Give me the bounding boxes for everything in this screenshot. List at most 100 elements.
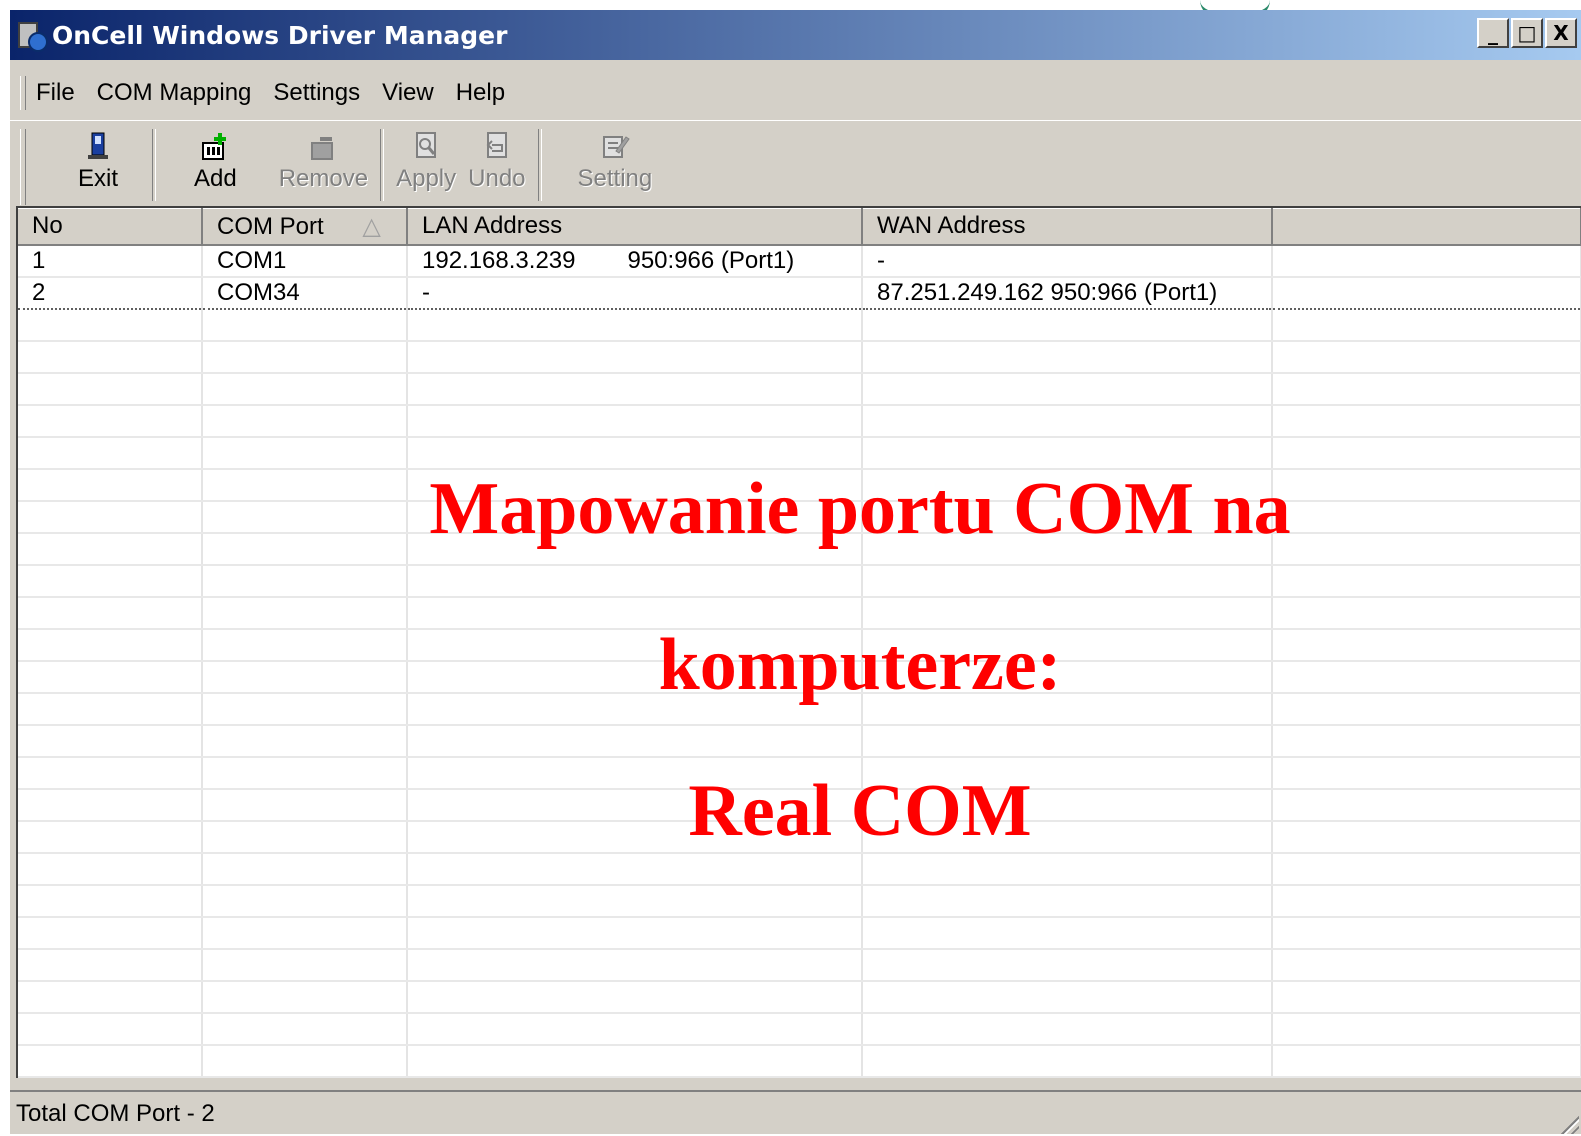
empty-cell <box>18 788 203 822</box>
overlay-line-1: Mapowanie portu COM na <box>429 468 1291 550</box>
toolbar-grip[interactable] <box>20 129 26 205</box>
empty-cell <box>18 660 203 694</box>
table-header: No COM Port △ LAN Address WAN Address <box>18 208 1581 246</box>
empty-cell <box>862 724 1273 758</box>
table-row[interactable]: 1 COM1 192.168.3.239 950:966 (Port1) - <box>18 244 1581 278</box>
add-icon <box>200 131 230 163</box>
empty-cell <box>862 1012 1273 1046</box>
window-title: OnCell Windows Driver Manager <box>52 20 508 50</box>
menu-grip[interactable] <box>20 76 26 110</box>
empty-cell <box>862 1044 1273 1078</box>
empty-cell <box>18 372 203 406</box>
apply-button[interactable]: Apply <box>390 121 462 193</box>
empty-row <box>18 1012 1581 1046</box>
undo-icon <box>482 131 512 163</box>
empty-row <box>18 980 1581 1014</box>
empty-cell <box>202 980 408 1014</box>
resize-grip-icon[interactable] <box>1559 1114 1579 1134</box>
empty-cell <box>1272 596 1581 630</box>
empty-cell <box>202 436 408 470</box>
empty-cell <box>862 948 1273 982</box>
empty-cell <box>1272 372 1581 406</box>
empty-cell <box>202 564 408 598</box>
remove-label: Remove <box>278 165 369 192</box>
app-window: OnCell Windows Driver Manager _ □ X File… <box>10 10 1581 1134</box>
window-controls: _ □ X <box>1477 18 1577 48</box>
empty-cell <box>407 724 863 758</box>
empty-cell <box>1272 308 1581 342</box>
menu-file[interactable]: File <box>36 79 75 107</box>
table-row[interactable]: 2 COM34 - 87.251.249.162 950:966 (Port1) <box>18 275 1581 310</box>
add-label: Add <box>194 165 237 192</box>
apply-icon <box>411 131 441 163</box>
empty-cell <box>407 884 863 918</box>
empty-cell <box>407 980 863 1014</box>
undo-button[interactable]: Undo <box>462 121 531 193</box>
empty-cell <box>202 340 408 374</box>
cell-com-port: COM1 <box>202 244 408 278</box>
empty-row <box>18 436 1581 470</box>
empty-cell <box>1272 564 1581 598</box>
setting-label: Setting <box>577 165 653 192</box>
empty-cell <box>202 852 408 886</box>
empty-cell <box>862 372 1273 406</box>
menu-bar: File COM Mapping Settings View Help <box>10 72 1581 114</box>
exit-icon <box>83 131 113 163</box>
minimize-button[interactable]: _ <box>1477 18 1509 48</box>
empty-cell <box>407 916 863 950</box>
cell-wan-address: 87.251.249.162 950:966 (Port1) <box>862 275 1273 310</box>
empty-cell <box>1272 724 1581 758</box>
cell-wan-address: - <box>862 244 1273 278</box>
empty-cell <box>407 372 863 406</box>
menu-view[interactable]: View <box>382 79 434 107</box>
empty-row <box>18 948 1581 982</box>
status-text: Total COM Port - 2 <box>16 1100 215 1127</box>
empty-cell <box>1272 404 1581 438</box>
empty-cell <box>1272 948 1581 982</box>
empty-cell <box>202 372 408 406</box>
column-header-wan-address[interactable]: WAN Address <box>862 208 1273 246</box>
empty-cell <box>18 884 203 918</box>
empty-cell <box>407 1012 863 1046</box>
setting-icon <box>600 131 630 163</box>
column-header-no[interactable]: No <box>18 208 203 246</box>
column-header-lan-address[interactable]: LAN Address <box>407 208 863 246</box>
empty-cell <box>18 916 203 950</box>
lan-ip: - <box>422 278 430 306</box>
empty-cell <box>407 436 863 470</box>
empty-cell <box>1272 980 1581 1014</box>
maximize-button[interactable]: □ <box>1511 18 1543 48</box>
remove-button[interactable]: Remove <box>273 121 374 193</box>
toolbar-separator <box>152 129 157 201</box>
empty-cell <box>18 532 203 566</box>
empty-cell <box>862 436 1273 470</box>
empty-cell <box>18 852 203 886</box>
empty-cell <box>407 852 863 886</box>
exit-button[interactable]: Exit <box>72 121 124 193</box>
empty-cell <box>862 980 1273 1014</box>
sort-ascending-icon: △ <box>362 212 381 240</box>
empty-cell <box>202 724 408 758</box>
empty-row <box>18 372 1581 406</box>
close-button[interactable]: X <box>1545 18 1577 48</box>
menu-help[interactable]: Help <box>456 79 505 107</box>
cell-com-port: COM34 <box>202 275 408 310</box>
column-header-com-port[interactable]: COM Port △ <box>202 208 408 246</box>
empty-cell <box>18 692 203 726</box>
title-bar[interactable]: OnCell Windows Driver Manager _ □ X <box>10 10 1581 60</box>
overlay-line-3: Real COM <box>688 770 1032 852</box>
empty-cell <box>862 404 1273 438</box>
setting-button[interactable]: Setting <box>572 121 659 193</box>
empty-cell <box>407 308 863 342</box>
empty-row <box>18 724 1581 758</box>
empty-cell <box>1272 436 1581 470</box>
empty-cell <box>18 596 203 630</box>
empty-cell <box>1272 1044 1581 1078</box>
menu-com-mapping[interactable]: COM Mapping <box>97 79 252 107</box>
add-button[interactable]: Add <box>188 121 243 193</box>
menu-settings[interactable]: Settings <box>273 79 360 107</box>
empty-cell <box>202 404 408 438</box>
empty-cell <box>202 948 408 982</box>
empty-cell <box>862 916 1273 950</box>
empty-cell <box>18 564 203 598</box>
